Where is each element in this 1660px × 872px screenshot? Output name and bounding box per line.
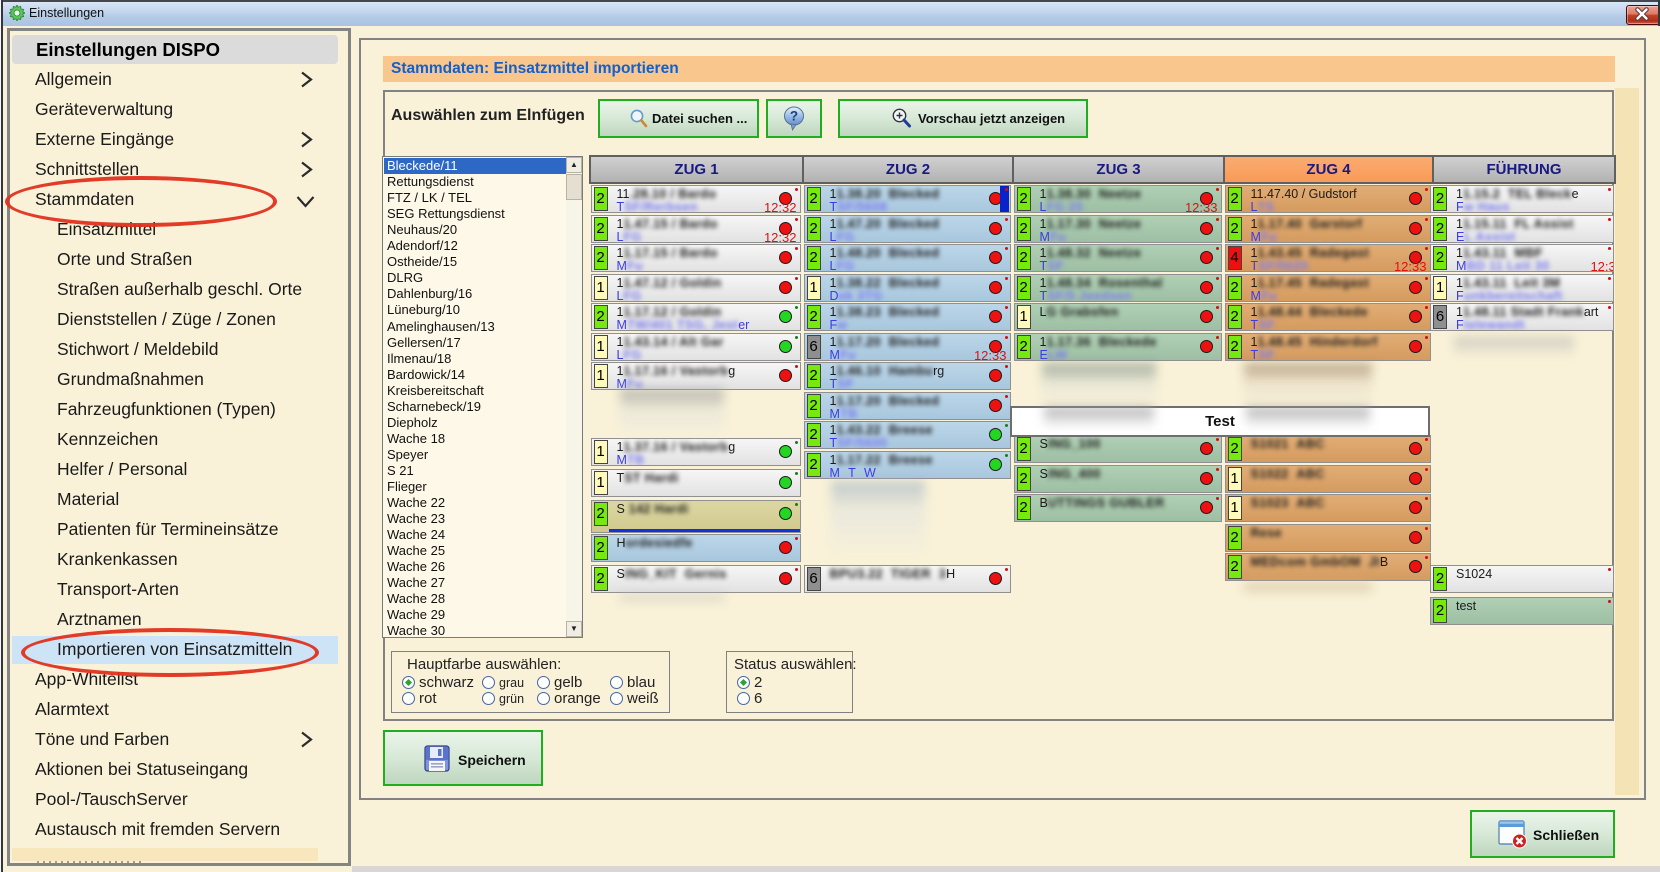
svg-text:?: ?: [790, 109, 798, 124]
